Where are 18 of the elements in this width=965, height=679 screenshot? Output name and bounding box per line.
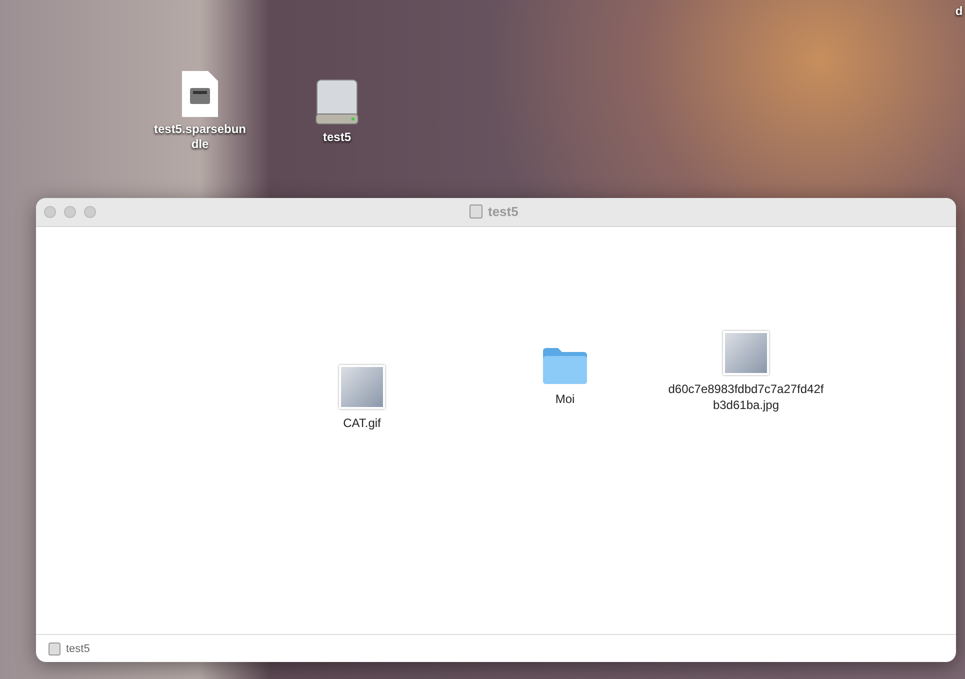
folder-icon[interactable] <box>542 347 588 385</box>
desktop-icon-label: test5.sparsebundle <box>152 122 248 152</box>
path-bar-item[interactable]: test5 <box>66 642 90 656</box>
desktop-icon-label: test5 <box>322 130 352 145</box>
close-button[interactable] <box>44 206 56 218</box>
drive-icon <box>469 204 483 219</box>
zoom-button[interactable] <box>84 206 96 218</box>
minimize-button[interactable] <box>64 206 76 218</box>
window-title: test5 <box>488 204 518 219</box>
drive-icon <box>48 642 61 656</box>
photo-placeholder[interactable] <box>723 331 769 375</box>
file-name: d60c7e8983fdbd7c7a27fd42fb3d61ba.jpg <box>667 381 825 413</box>
file-name: Moi <box>554 391 576 407</box>
desktop-icon-label: d <box>954 4 964 19</box>
disk-image-file-icon[interactable] <box>181 70 219 118</box>
photo-placeholder[interactable] <box>339 365 385 409</box>
file-name: CAT.gif <box>342 415 382 431</box>
drive-icon[interactable] <box>313 78 361 126</box>
